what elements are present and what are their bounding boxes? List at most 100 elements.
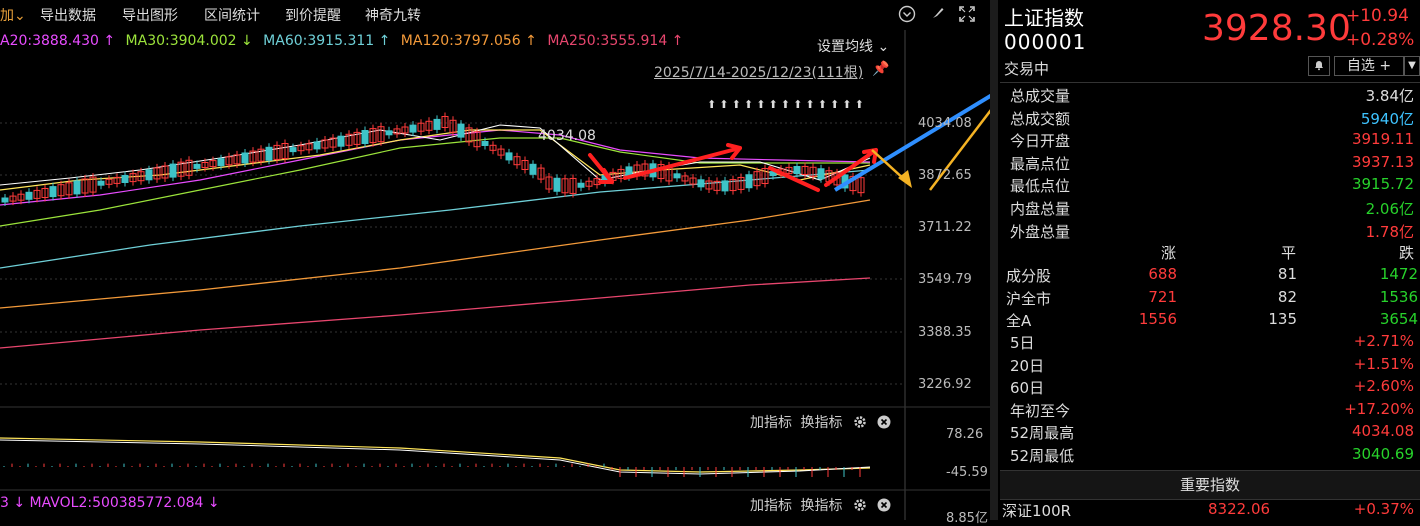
stat-row: 今日开盘 3919.11 [1000, 130, 1420, 152]
candle-body [193, 163, 201, 169]
breadth-label: 沪全市 [1006, 289, 1052, 308]
perf-label: 5日 [1010, 334, 1035, 352]
export-data-button[interactable]: 导出数据 [40, 5, 96, 25]
stat-row: 最高点位 3937.13 [1000, 153, 1420, 175]
stat-label: 今日开盘 [1010, 132, 1071, 151]
important-index-row[interactable]: 深证100R 8322.06 +0.37% [1000, 500, 1420, 520]
candle-body [241, 152, 249, 164]
add-indicator-button[interactable]: 加指标 [750, 498, 792, 514]
perf-label: 年初至今 [1010, 401, 1071, 420]
candle-body [313, 141, 321, 150]
interval-stats-button[interactable]: 区间统计 [204, 5, 260, 25]
fullscreen-icon[interactable] [958, 5, 976, 27]
collapse-icon[interactable] [898, 5, 916, 27]
perf-row: 5日 +2.71% [1000, 332, 1420, 354]
candle-body [697, 179, 705, 188]
breadth-label: 全A [1006, 312, 1032, 331]
signal-up-arrow: ⬆ [793, 98, 802, 111]
kline-chart[interactable]: ⬆ ⬆ ⬆ ⬆ ⬆ ⬆ ⬆ ⬆ ⬆ ⬆ ⬆ ⬆ ⬆ [0, 30, 990, 520]
candle-body [673, 173, 681, 179]
ma20-line [0, 129, 871, 206]
peak-label: 4034.08 [538, 128, 596, 144]
stat-value: 2.06亿 [1365, 200, 1414, 218]
divider [1000, 82, 1420, 83]
down-count: 1472 [1379, 265, 1418, 283]
candle-body [97, 180, 105, 186]
stat-value: 3919.11 [1351, 130, 1414, 149]
stat-value: 3915.72 [1351, 175, 1414, 194]
stat-label: 外盘总量 [1010, 222, 1071, 241]
bell-icon[interactable] [1308, 56, 1330, 76]
export-image-button[interactable]: 导出图形 [122, 5, 178, 25]
stat-label: 内盘总量 [1010, 200, 1071, 218]
signal-up-arrow: ⬆ [842, 98, 851, 111]
candle-body [409, 124, 417, 133]
up-count: 1556 [1138, 310, 1177, 329]
flat-count: 135 [1268, 310, 1297, 329]
add-indicator-button[interactable]: 加指标 [750, 415, 792, 431]
perf-label: 52周最高 [1010, 424, 1075, 443]
magic-nine-button[interactable]: 神奇九转 [365, 5, 421, 25]
sub-tick: 8.85亿 [946, 511, 988, 526]
breadth-row[interactable]: 全A 1556 135 3654 [1000, 310, 1420, 332]
candle-body [289, 147, 297, 153]
up-count: 688 [1148, 265, 1177, 283]
stat-value: 3937.13 [1351, 152, 1414, 171]
perf-value: 3040.69 [1351, 445, 1414, 463]
down-count: 1536 [1379, 287, 1418, 306]
close-icon[interactable] [877, 498, 891, 512]
candle-body [73, 180, 81, 195]
gear-icon[interactable] [853, 498, 867, 512]
brush-icon[interactable] [930, 5, 946, 25]
index-price: 3928.30 [1202, 8, 1351, 49]
breadth-row[interactable]: 沪全市 721 82 1536 [1000, 288, 1420, 310]
kline-svg[interactable]: ⬆ ⬆ ⬆ ⬆ ⬆ ⬆ ⬆ ⬆ ⬆ ⬆ ⬆ ⬆ ⬆ [0, 30, 990, 520]
ma120-line [0, 199, 871, 309]
breadth-row[interactable]: 成分股 688 81 1472 [1000, 265, 1420, 287]
perf-row: 52周最高 4034.08 [1000, 422, 1420, 444]
stat-row: 外盘总量 1.78亿 [1000, 221, 1420, 243]
candle-body [721, 180, 729, 192]
add-menu[interactable]: 加⌄ [0, 5, 26, 25]
price-alert-button[interactable]: 到价提醒 [285, 5, 341, 25]
ma60-line [0, 169, 871, 269]
down-count: 3654 [1379, 310, 1418, 329]
y-tick: 3388.35 [918, 325, 972, 340]
stat-label: 总成交量 [1010, 87, 1071, 105]
index-name: 上证指数 [1004, 6, 1084, 30]
index-change: +10.94 [1346, 6, 1409, 26]
candle-body [337, 135, 345, 147]
candle-body [793, 166, 801, 175]
index-code: 000001 [1004, 30, 1087, 54]
perf-label: 20日 [1010, 356, 1045, 375]
signal-up-arrow: ⬆ [719, 98, 728, 111]
change-indicator-button[interactable]: 换指标 [800, 415, 842, 431]
up-count: 721 [1148, 287, 1177, 306]
stat-row: 最低点位 3915.72 [1000, 175, 1420, 197]
signal-up-arrow: ⬆ [732, 98, 741, 111]
panel-splitter[interactable] [990, 0, 998, 520]
candle-body [145, 169, 153, 181]
stat-row: 总成交额 5940亿 [1000, 108, 1420, 130]
perf-value: +17.20% [1344, 399, 1414, 418]
candle-body [49, 186, 57, 198]
trading-status: 交易中 [1004, 60, 1050, 78]
perf-value: +2.71% [1353, 332, 1414, 350]
candle-body [217, 158, 225, 167]
breadth-label: 成分股 [1006, 267, 1052, 285]
gear-icon[interactable] [853, 415, 867, 429]
close-icon[interactable] [877, 415, 891, 429]
imp-pct: +0.37% [1353, 500, 1414, 518]
perf-row: 60日 +2.60% [1000, 377, 1420, 399]
change-indicator-button[interactable]: 换指标 [800, 498, 842, 514]
imp-price: 8322.06 [1208, 500, 1271, 518]
candle-body [505, 152, 513, 161]
chevron-down-icon[interactable]: ▼ [1404, 56, 1420, 76]
mavol2-label: 3 ↓ MAVOL2:500385772.084 ↓ [0, 495, 220, 511]
add-watchlist-button[interactable]: 自选 + [1334, 56, 1404, 76]
up-header: 涨 [1161, 244, 1177, 262]
breadth-header: 涨 平 跌 [1000, 242, 1420, 264]
flat-count: 82 [1277, 287, 1297, 306]
perf-label: 60日 [1010, 379, 1045, 398]
candle-body [121, 175, 129, 183]
